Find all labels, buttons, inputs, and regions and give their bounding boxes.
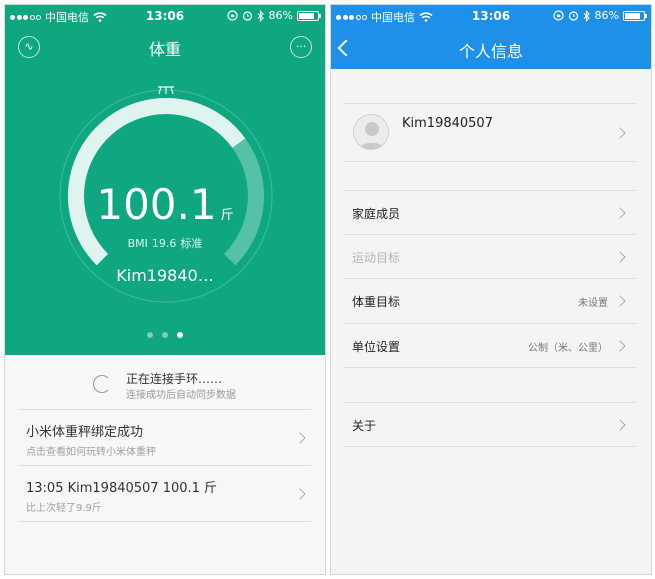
more-icon[interactable]: ··· — [290, 36, 312, 58]
row-label: 运动目标 — [352, 251, 401, 265]
page-indicator[interactable] — [5, 332, 325, 338]
list-item-title: 小米体重秤绑定成功 — [26, 425, 144, 440]
list-item-weight-record[interactable]: 13:05 Kim19840507 100.1 斤 比上次轻了9.9斤 — [19, 465, 311, 521]
chevron-right-icon — [614, 251, 626, 263]
list-item-title: 13:05 Kim19840507 100.1 斤 — [26, 481, 218, 496]
status-bar: 中国电信 13:06 86% — [331, 5, 651, 27]
rotation-lock-icon — [226, 10, 238, 21]
connect-title: 正在连接手环…… — [126, 372, 223, 386]
page-title: 个人信息 — [458, 42, 523, 61]
row-label: 家庭成员 — [352, 207, 401, 221]
chevron-right-icon — [614, 207, 626, 219]
avatar-placeholder-icon — [359, 122, 385, 149]
row-label: 体重目标 — [352, 295, 401, 309]
chevron-right-icon — [294, 432, 306, 444]
profile-screen: 中国电信 13:06 86% 个人信息 Kim19840507 家庭成员 运动目… — [330, 4, 652, 575]
row-family-members[interactable]: 家庭成员 — [344, 190, 636, 234]
alarm-icon — [242, 11, 252, 21]
battery-icon — [297, 10, 321, 21]
row-exercise-goal[interactable]: 运动目标 — [344, 234, 636, 278]
chevron-right-icon — [614, 127, 626, 139]
status-bar: 中国电信 13:06 86% — [5, 5, 325, 27]
scale-icon — [158, 86, 174, 95]
weight-unit: 斤 — [220, 208, 234, 223]
row-weight-goal[interactable]: 体重目标 未设置 — [344, 278, 636, 322]
bmi-status: 标准 — [180, 237, 203, 250]
page-dot[interactable] — [177, 332, 183, 338]
chevron-right-icon — [614, 340, 626, 352]
list-item-subtitle: 点击查看如何玩转小米体重秤 — [26, 447, 156, 458]
page-title: 体重 — [148, 40, 181, 59]
divider — [344, 367, 636, 368]
page-dot[interactable] — [147, 332, 153, 338]
gauge-user-name: Kim19840… — [116, 266, 214, 285]
weight-hero-panel: 中国电信 13:06 86% ∿ 体重 ··· 100.1 斤 BMI 19.6… — [5, 5, 325, 355]
profile-row[interactable]: Kim19840507 — [344, 103, 636, 161]
divider — [344, 446, 636, 447]
row-value: 未设置 — [578, 298, 608, 309]
row-unit-settings[interactable]: 单位设置 公制（米、公里） — [344, 323, 636, 367]
row-label: 关于 — [352, 419, 377, 433]
row-about[interactable]: 关于 — [344, 402, 636, 446]
chevron-right-icon — [294, 488, 306, 500]
rotation-lock-icon — [552, 10, 564, 21]
chevron-right-icon — [614, 419, 626, 431]
weight-reading: 100.1 斤 — [5, 180, 325, 229]
list-item-subtitle: 比上次轻了9.9斤 — [26, 503, 102, 514]
nav-bar: 中国电信 13:06 86% 个人信息 — [331, 5, 651, 69]
alarm-icon — [568, 11, 578, 21]
connect-subtitle: 连接成功后自动同步数据 — [126, 390, 236, 401]
battery-icon — [623, 10, 647, 21]
chevron-right-icon — [614, 295, 626, 307]
loading-spinner-icon — [93, 375, 111, 393]
list-item-scale-bound[interactable]: 小米体重秤绑定成功 点击查看如何玩转小米体重秤 — [19, 409, 311, 465]
profile-name: Kim19840507 — [402, 116, 493, 131]
bluetooth-icon — [257, 9, 264, 22]
page-dot[interactable] — [162, 332, 168, 338]
bluetooth-icon — [583, 9, 590, 22]
bmi-value: 19.6 — [151, 237, 177, 250]
divider — [19, 521, 311, 522]
row-label: 单位设置 — [352, 340, 401, 354]
weight-value: 100.1 — [96, 180, 217, 229]
battery-percent: 86% — [594, 9, 619, 22]
divider — [344, 161, 636, 162]
band-connect-status: 正在连接手环…… 连接成功后自动同步数据 — [5, 367, 325, 407]
weight-screen: 中国电信 13:06 86% ∿ 体重 ··· 100.1 斤 BMI 19.6… — [4, 4, 326, 575]
row-value: 公制（米、公里） — [528, 343, 608, 354]
battery-percent: 86% — [268, 9, 293, 22]
bmi-label: BMI — [127, 237, 148, 250]
bmi-line: BMI 19.6 标准 — [5, 235, 325, 251]
avatar — [353, 114, 389, 150]
